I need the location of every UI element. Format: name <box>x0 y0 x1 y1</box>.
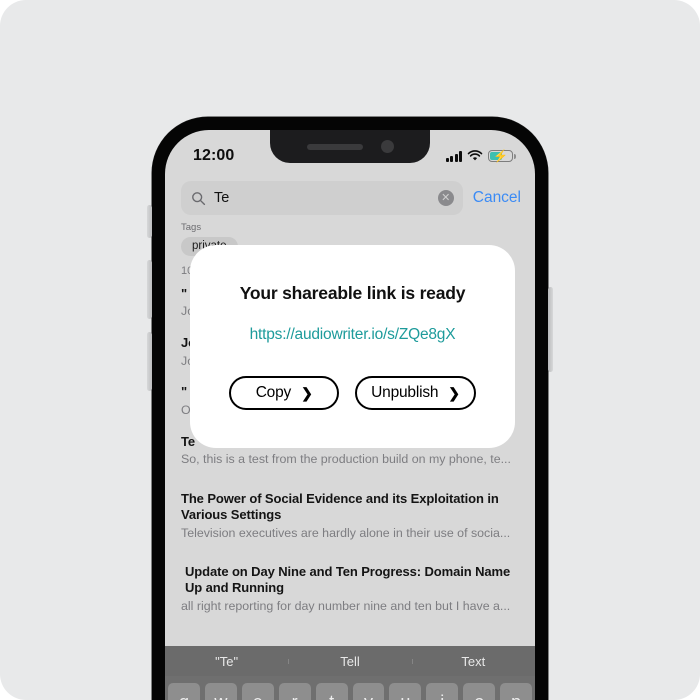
front-camera-icon <box>380 140 394 153</box>
unpublish-button-label: Unpublish <box>371 384 439 401</box>
key-w[interactable]: w <box>204 683 237 700</box>
key-o[interactable]: o <box>463 683 496 700</box>
power-button[interactable] <box>548 287 553 372</box>
note-snippet: Television executives are hardly alone i… <box>181 525 511 540</box>
onscreen-keyboard[interactable]: "Te" Tell Text q w e r t y u i o p <box>165 646 535 700</box>
key-p[interactable]: p <box>500 683 533 700</box>
keyboard-suggestion-bar: "Te" Tell Text <box>165 646 535 676</box>
key-q[interactable]: q <box>168 683 200 700</box>
unpublish-button[interactable]: Unpublish ❯ <box>355 376 476 410</box>
note-snippet: So, this is a test from the production b… <box>181 452 511 467</box>
search-field[interactable]: Te ✕ <box>181 181 463 215</box>
modal-title: Your shareable link is ready <box>239 283 466 303</box>
status-indicators: ⚡ <box>445 149 516 163</box>
copy-button[interactable]: Copy ❯ <box>229 376 340 410</box>
search-bar: Te ✕ Cancel <box>165 178 535 218</box>
clear-circle-icon[interactable]: ✕ <box>437 190 454 206</box>
suggestion-2[interactable]: Text <box>411 654 535 669</box>
search-input[interactable]: Te <box>214 190 430 206</box>
note-snippet: all right reporting for day number nine … <box>181 598 511 613</box>
key-i[interactable]: i <box>426 683 459 700</box>
chevron-right-icon: ❯ <box>448 384 460 401</box>
modal-actions: Copy ❯ Unpublish ❯ <box>229 376 476 410</box>
screenshot-canvas: 12:00 ⚡ Te ✕ Cancel Tags 10 " Jo Jo Jo "… <box>0 0 700 700</box>
tags-section-label: Tags <box>181 222 202 233</box>
wifi-icon <box>467 150 483 162</box>
key-t[interactable]: t <box>315 683 348 700</box>
search-icon <box>191 191 206 206</box>
list-item[interactable]: Update on Day Nine and Ten Progress: Dom… <box>165 550 535 623</box>
suggestion-0[interactable]: "Te" <box>165 654 288 669</box>
cellular-signal-icon <box>445 150 462 162</box>
chevron-right-icon: ❯ <box>301 384 313 401</box>
list-item[interactable]: The Power of Social Evidence and its Exp… <box>165 477 535 550</box>
status-time: 12:00 <box>193 147 235 164</box>
keyboard-row-top: q w e r t y u i o p <box>165 676 535 700</box>
key-e[interactable]: e <box>241 683 274 700</box>
note-title: Update on Day Nine and Ten Progress: Dom… <box>185 564 511 596</box>
volume-down-button[interactable] <box>147 332 152 391</box>
key-u[interactable]: u <box>389 683 422 700</box>
earpiece-speaker-icon <box>306 143 363 150</box>
copy-button-label: Copy <box>255 384 292 401</box>
shareable-link[interactable]: https://audiowriter.io/s/ZQe8gX <box>250 326 456 344</box>
share-link-modal: Your shareable link is ready https://aud… <box>190 245 515 448</box>
note-title: The Power of Social Evidence and its Exp… <box>181 490 499 522</box>
suggestion-1[interactable]: Tell <box>288 654 411 669</box>
key-r[interactable]: r <box>278 683 311 700</box>
cancel-button[interactable]: Cancel <box>473 189 521 207</box>
battery-charging-icon: ⚡ <box>488 149 516 163</box>
key-y[interactable]: y <box>352 683 385 700</box>
volume-up-button[interactable] <box>147 260 152 319</box>
dynamic-island <box>270 130 430 163</box>
mute-switch[interactable] <box>147 205 152 238</box>
